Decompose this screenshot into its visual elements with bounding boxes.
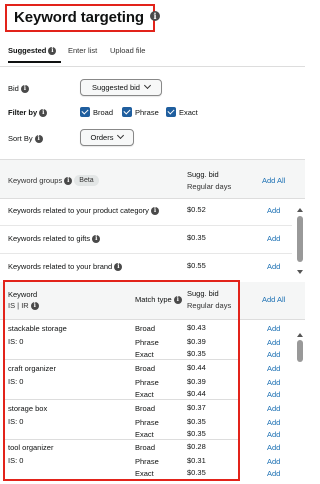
regular-days-label: Regular days [187, 182, 232, 191]
info-icon[interactable]: i [34, 135, 43, 144]
checkbox-exact-label: Exact [179, 108, 198, 117]
add-keyword-button[interactable]: Add [267, 469, 280, 478]
add-keyword-button[interactable]: Add [267, 418, 280, 427]
info-icon[interactable]: i [149, 11, 160, 22]
checkbox-broad[interactable] [80, 107, 90, 117]
add-all-keywords-link[interactable]: Add All [262, 295, 285, 304]
beta-badge: Beta [74, 175, 99, 186]
groups-header-label: Keyword groups i [8, 176, 73, 186]
info-icon[interactable]: i [64, 177, 73, 186]
scroll-down-icon[interactable] [297, 270, 303, 274]
filter-label: Filter by i [8, 108, 48, 118]
add-keyword-button[interactable]: Add [267, 364, 280, 373]
add-keyword-button[interactable]: Add [267, 350, 280, 359]
sort-label: Sort By i [8, 134, 43, 144]
scroll-thumb[interactable] [297, 340, 303, 362]
group-row-bid: $0.35 [187, 233, 206, 242]
group-row-bid: $0.52 [187, 205, 206, 214]
add-keyword-button[interactable]: Add [267, 443, 280, 452]
add-group-button[interactable]: Add [267, 234, 280, 243]
chevron-down-icon [117, 131, 125, 140]
checkbox-broad-label: Broad [93, 108, 114, 117]
info-icon[interactable]: i [20, 85, 29, 94]
group-row-label: Keywords related to your brand i [8, 262, 123, 272]
tab-suggested[interactable]: Suggested i [8, 46, 57, 56]
add-keyword-button[interactable]: Add [267, 324, 280, 333]
divider [0, 253, 292, 254]
bid-label: Bid i [8, 84, 29, 94]
sort-dropdown[interactable]: Orders [80, 129, 134, 146]
add-keyword-button[interactable]: Add [267, 378, 280, 387]
checkbox-phrase[interactable] [122, 107, 132, 117]
page-title: Keyword targeting i [14, 9, 160, 26]
info-icon[interactable]: i [92, 235, 101, 244]
add-group-button[interactable]: Add [267, 206, 280, 215]
bid-dropdown[interactable]: Suggested bid [80, 79, 162, 96]
divider [0, 198, 305, 199]
add-group-button[interactable]: Add [267, 262, 280, 271]
tab-bar: Suggested i Enter list Upload file [8, 46, 305, 66]
add-keyword-button[interactable]: Add [267, 390, 280, 399]
keywords-highlight [3, 280, 240, 481]
add-keyword-button[interactable]: Add [267, 430, 280, 439]
checkbox-phrase-label: Phrase [135, 108, 159, 117]
tab-enter-list[interactable]: Enter list [68, 46, 97, 55]
checkbox-exact[interactable] [166, 107, 176, 117]
info-icon[interactable]: i [114, 263, 123, 272]
group-row-label: Keywords related to gifts i [8, 234, 101, 244]
scroll-thumb[interactable] [297, 216, 303, 262]
sugg-bid-header: Sugg. bid [187, 170, 219, 179]
add-keyword-button[interactable]: Add [267, 404, 280, 413]
info-icon[interactable]: i [48, 47, 57, 56]
divider [0, 225, 292, 226]
info-icon[interactable]: i [39, 109, 48, 118]
divider [0, 66, 305, 67]
chevron-down-icon [143, 81, 152, 90]
keywords-scrollbar[interactable] [297, 333, 303, 481]
scroll-up-icon[interactable] [297, 208, 303, 212]
active-tab-indicator [8, 61, 61, 63]
group-row-bid: $0.55 [187, 261, 206, 270]
group-row-label: Keywords related to your product categor… [8, 206, 160, 216]
add-keyword-button[interactable]: Add [267, 338, 280, 347]
groups-scrollbar[interactable] [297, 208, 303, 278]
info-icon[interactable]: i [151, 207, 160, 216]
tab-upload-file[interactable]: Upload file [110, 46, 145, 55]
scroll-up-icon[interactable] [297, 333, 303, 337]
add-all-groups-link[interactable]: Add All [262, 176, 285, 185]
add-keyword-button[interactable]: Add [267, 457, 280, 466]
